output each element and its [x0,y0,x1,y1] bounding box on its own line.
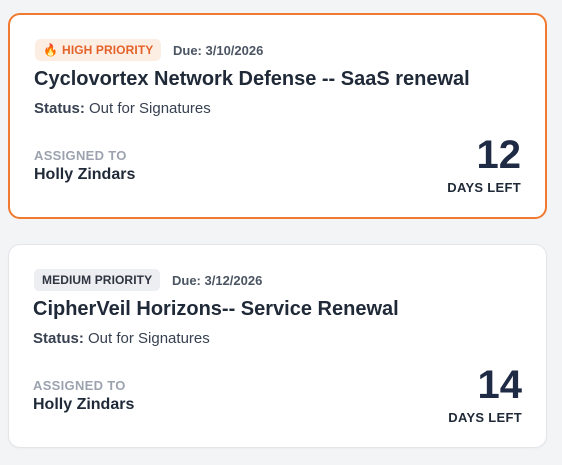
due-date: Due: 3/10/2026 [173,43,264,58]
priority-label: HIGH PRIORITY [62,43,154,57]
status-value: Out for Signatures [88,330,210,347]
assignee-name: Holly Zindars [33,396,135,413]
priority-badge-medium: MEDIUM PRIORITY [34,269,161,291]
renewal-card[interactable]: MEDIUM PRIORITY Due: 3/12/2026 CipherVei… [8,244,547,448]
assigned-to-label: ASSIGNED TO [33,378,126,393]
card-title[interactable]: CipherVeil Horizons-- Service Renewal [33,298,399,321]
assignee-name: Holly Zindars [34,166,136,183]
status-line: Status: Out for Signatures [33,330,210,347]
status-key: Status: [34,100,85,117]
status-key: Status: [33,330,84,347]
days-left-count: 12 [476,133,522,177]
priority-label: MEDIUM PRIORITY [42,273,153,287]
days-left-label: DAYS LEFT [448,410,522,425]
status-value: Out for Signatures [89,100,211,117]
status-line: Status: Out for Signatures [34,100,211,117]
priority-badge-high: 🔥 HIGH PRIORITY [35,39,162,61]
days-left-label: DAYS LEFT [447,180,521,195]
card-title[interactable]: Cyclovortex Network Defense -- SaaS rene… [34,68,470,91]
due-date: Due: 3/12/2026 [172,273,263,288]
days-left-count: 14 [477,363,523,407]
fire-icon: 🔥 [43,43,59,57]
renewal-card[interactable]: 🔥 HIGH PRIORITY Due: 3/10/2026 Cyclovort… [8,13,547,219]
assigned-to-label: ASSIGNED TO [34,148,127,163]
